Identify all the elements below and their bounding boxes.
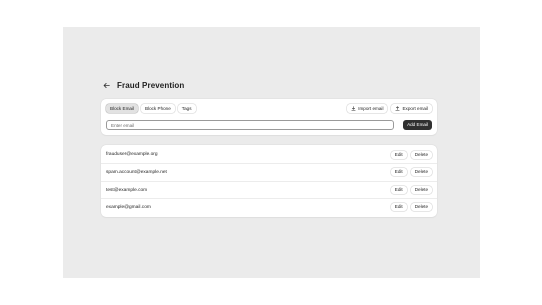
list-item: frauduser@example.org Edit Delete <box>101 146 437 163</box>
tab-bar: Block Email Block Phone Tags <box>106 104 196 113</box>
email-address: example@gmail.com <box>106 204 151 210</box>
row-actions: Edit Delete <box>390 186 432 194</box>
row-actions: Edit Delete <box>390 168 432 176</box>
edit-button[interactable]: Edit <box>390 150 407 159</box>
upload-icon <box>395 106 400 111</box>
tab-tags[interactable]: Tags <box>177 104 196 113</box>
delete-button[interactable]: Delete <box>410 186 432 194</box>
email-address: spam.account@example.net <box>106 169 167 175</box>
blocked-email-list: frauduser@example.org Edit Delete spam.a… <box>101 145 437 217</box>
email-input[interactable] <box>106 120 394 130</box>
email-address: test@example.com <box>106 187 148 193</box>
add-email-button[interactable]: Add Email <box>403 120 432 130</box>
delete-button[interactable]: Delete <box>410 203 432 211</box>
delete-button[interactable]: Delete <box>410 168 432 176</box>
list-item: test@example.com Edit Delete <box>101 181 437 198</box>
back-button[interactable] <box>101 80 111 90</box>
import-email-button[interactable]: Import email <box>347 104 388 113</box>
export-email-button[interactable]: Export email <box>391 104 432 113</box>
page-title: Fraud Prevention <box>117 80 185 90</box>
edit-button[interactable]: Edit <box>390 203 407 211</box>
email-address: frauduser@example.org <box>106 152 158 157</box>
block-email-card: Block Email Block Phone Tags Import emai… <box>101 99 437 135</box>
edit-button[interactable]: Edit <box>390 186 407 194</box>
tab-block-email[interactable]: Block Email <box>106 104 138 113</box>
export-email-label: Export email <box>402 106 428 111</box>
edit-button[interactable]: Edit <box>390 168 407 176</box>
toolbar-actions: Import email Export email <box>347 104 432 113</box>
download-icon <box>351 106 356 111</box>
arrow-left-icon <box>103 82 110 88</box>
page-header: Fraud Prevention <box>101 80 184 90</box>
list-item: spam.account@example.net Edit Delete <box>101 163 437 180</box>
row-actions: Edit Delete <box>390 203 432 211</box>
list-item: example@gmail.com Edit Delete <box>101 198 437 215</box>
import-email-label: Import email <box>358 106 384 111</box>
tab-block-phone[interactable]: Block Phone <box>141 104 175 113</box>
row-actions: Edit Delete <box>390 150 432 159</box>
delete-button[interactable]: Delete <box>410 150 432 159</box>
